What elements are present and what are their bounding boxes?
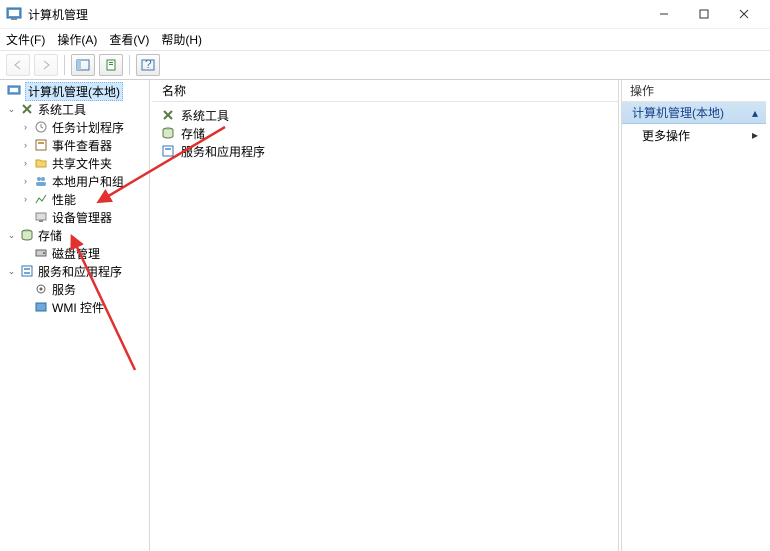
expander-icon[interactable]: ›: [20, 176, 31, 187]
expander-icon[interactable]: ⌄: [6, 230, 17, 241]
services-apps-icon: [19, 263, 35, 279]
expander-icon[interactable]: ›: [20, 122, 31, 133]
help-button[interactable]: ?: [136, 54, 160, 76]
tree-local-users[interactable]: › 本地用户和组: [0, 172, 149, 190]
services-apps-icon: [160, 143, 176, 159]
expander-icon[interactable]: ⌄: [6, 266, 17, 277]
tree-root[interactable]: 计算机管理(本地): [0, 82, 149, 100]
label: 设备管理器: [52, 209, 112, 226]
folder-icon: [33, 155, 49, 171]
label: 服务和应用程序: [38, 263, 122, 280]
actions-more[interactable]: 更多操作 ▸: [622, 124, 766, 146]
show-hide-tree-button[interactable]: [71, 54, 95, 76]
column-header-name[interactable]: 名称: [152, 80, 618, 102]
list-item-storage[interactable]: 存储: [152, 124, 618, 142]
list-label: 服务和应用程序: [181, 143, 265, 160]
tree-disk-management[interactable]: 磁盘管理: [0, 244, 149, 262]
actions-title-label: 计算机管理(本地): [632, 104, 724, 121]
maximize-button[interactable]: [684, 2, 724, 26]
menubar: 文件(F) 操作(A) 查看(V) 帮助(H): [0, 28, 770, 50]
svg-text:?: ?: [145, 59, 152, 71]
label: WMI 控件: [52, 299, 104, 316]
tree-task-scheduler[interactable]: › 任务计划程序: [0, 118, 149, 136]
label: 事件查看器: [52, 137, 112, 154]
performance-icon: [33, 191, 49, 207]
actions-pane: 操作 计算机管理(本地) ▴ 更多操作 ▸: [621, 80, 766, 551]
actions-header: 操作: [622, 80, 766, 102]
list-label: 存储: [181, 125, 205, 142]
tree-services[interactable]: 服务: [0, 280, 149, 298]
tree-root-label: 计算机管理(本地): [25, 82, 123, 101]
app-icon: [6, 6, 22, 22]
collapse-icon: ▴: [752, 106, 758, 120]
properties-button[interactable]: [99, 54, 123, 76]
window-title: 计算机管理: [28, 6, 88, 23]
actions-header-label: 操作: [630, 82, 654, 99]
label: 存储: [38, 227, 62, 244]
users-icon: [33, 173, 49, 189]
tree-pane: 计算机管理(本地) ⌄ 系统工具 › 任务计划程序 › 事件查看器 › 共享文件…: [0, 80, 150, 551]
tree-wmi[interactable]: WMI 控件: [0, 298, 149, 316]
tree-event-viewer[interactable]: › 事件查看器: [0, 136, 149, 154]
menu-action[interactable]: 操作(A): [57, 31, 97, 48]
back-button[interactable]: [6, 54, 30, 76]
tree-performance[interactable]: › 性能: [0, 190, 149, 208]
label: 磁盘管理: [52, 245, 100, 262]
label: 本地用户和组: [52, 173, 124, 190]
menu-view[interactable]: 查看(V): [109, 31, 149, 48]
clock-icon: [33, 119, 49, 135]
close-button[interactable]: [724, 2, 764, 26]
expander-icon[interactable]: ⌄: [6, 104, 17, 115]
wmi-icon: [33, 299, 49, 315]
expander-icon[interactable]: ›: [20, 158, 31, 169]
tools-icon: [19, 101, 35, 117]
label: 系统工具: [38, 101, 86, 118]
tree-services-apps[interactable]: ⌄ 服务和应用程序: [0, 262, 149, 280]
storage-icon: [19, 227, 35, 243]
chevron-right-icon: ▸: [752, 128, 758, 142]
actions-more-label: 更多操作: [642, 127, 690, 144]
tree-system-tools[interactable]: ⌄ 系统工具: [0, 100, 149, 118]
tree-shared-folders[interactable]: › 共享文件夹: [0, 154, 149, 172]
forward-button[interactable]: [34, 54, 58, 76]
storage-icon: [160, 125, 176, 141]
list-pane: 名称 系统工具 存储 服务和应用程序: [152, 80, 619, 551]
expander-icon[interactable]: ›: [20, 194, 31, 205]
expander-icon[interactable]: ›: [20, 140, 31, 151]
tree-storage[interactable]: ⌄ 存储: [0, 226, 149, 244]
tree-device-manager[interactable]: 设备管理器: [0, 208, 149, 226]
label: 共享文件夹: [52, 155, 112, 172]
label: 服务: [52, 281, 76, 298]
label: 性能: [52, 191, 76, 208]
titlebar: 计算机管理: [0, 0, 770, 28]
actions-title[interactable]: 计算机管理(本地) ▴: [622, 102, 766, 124]
disk-icon: [33, 245, 49, 261]
list-item-services-apps[interactable]: 服务和应用程序: [152, 142, 618, 160]
menu-help[interactable]: 帮助(H): [161, 31, 202, 48]
list-label: 系统工具: [181, 107, 229, 124]
gear-icon: [33, 281, 49, 297]
toolbar: ?: [0, 50, 770, 80]
computer-icon: [6, 83, 22, 99]
menu-file[interactable]: 文件(F): [6, 31, 45, 48]
device-icon: [33, 209, 49, 225]
column-label: 名称: [162, 82, 186, 99]
label: 任务计划程序: [52, 119, 124, 136]
tools-icon: [160, 107, 176, 123]
event-icon: [33, 137, 49, 153]
list-item-system-tools[interactable]: 系统工具: [152, 106, 618, 124]
minimize-button[interactable]: [644, 2, 684, 26]
